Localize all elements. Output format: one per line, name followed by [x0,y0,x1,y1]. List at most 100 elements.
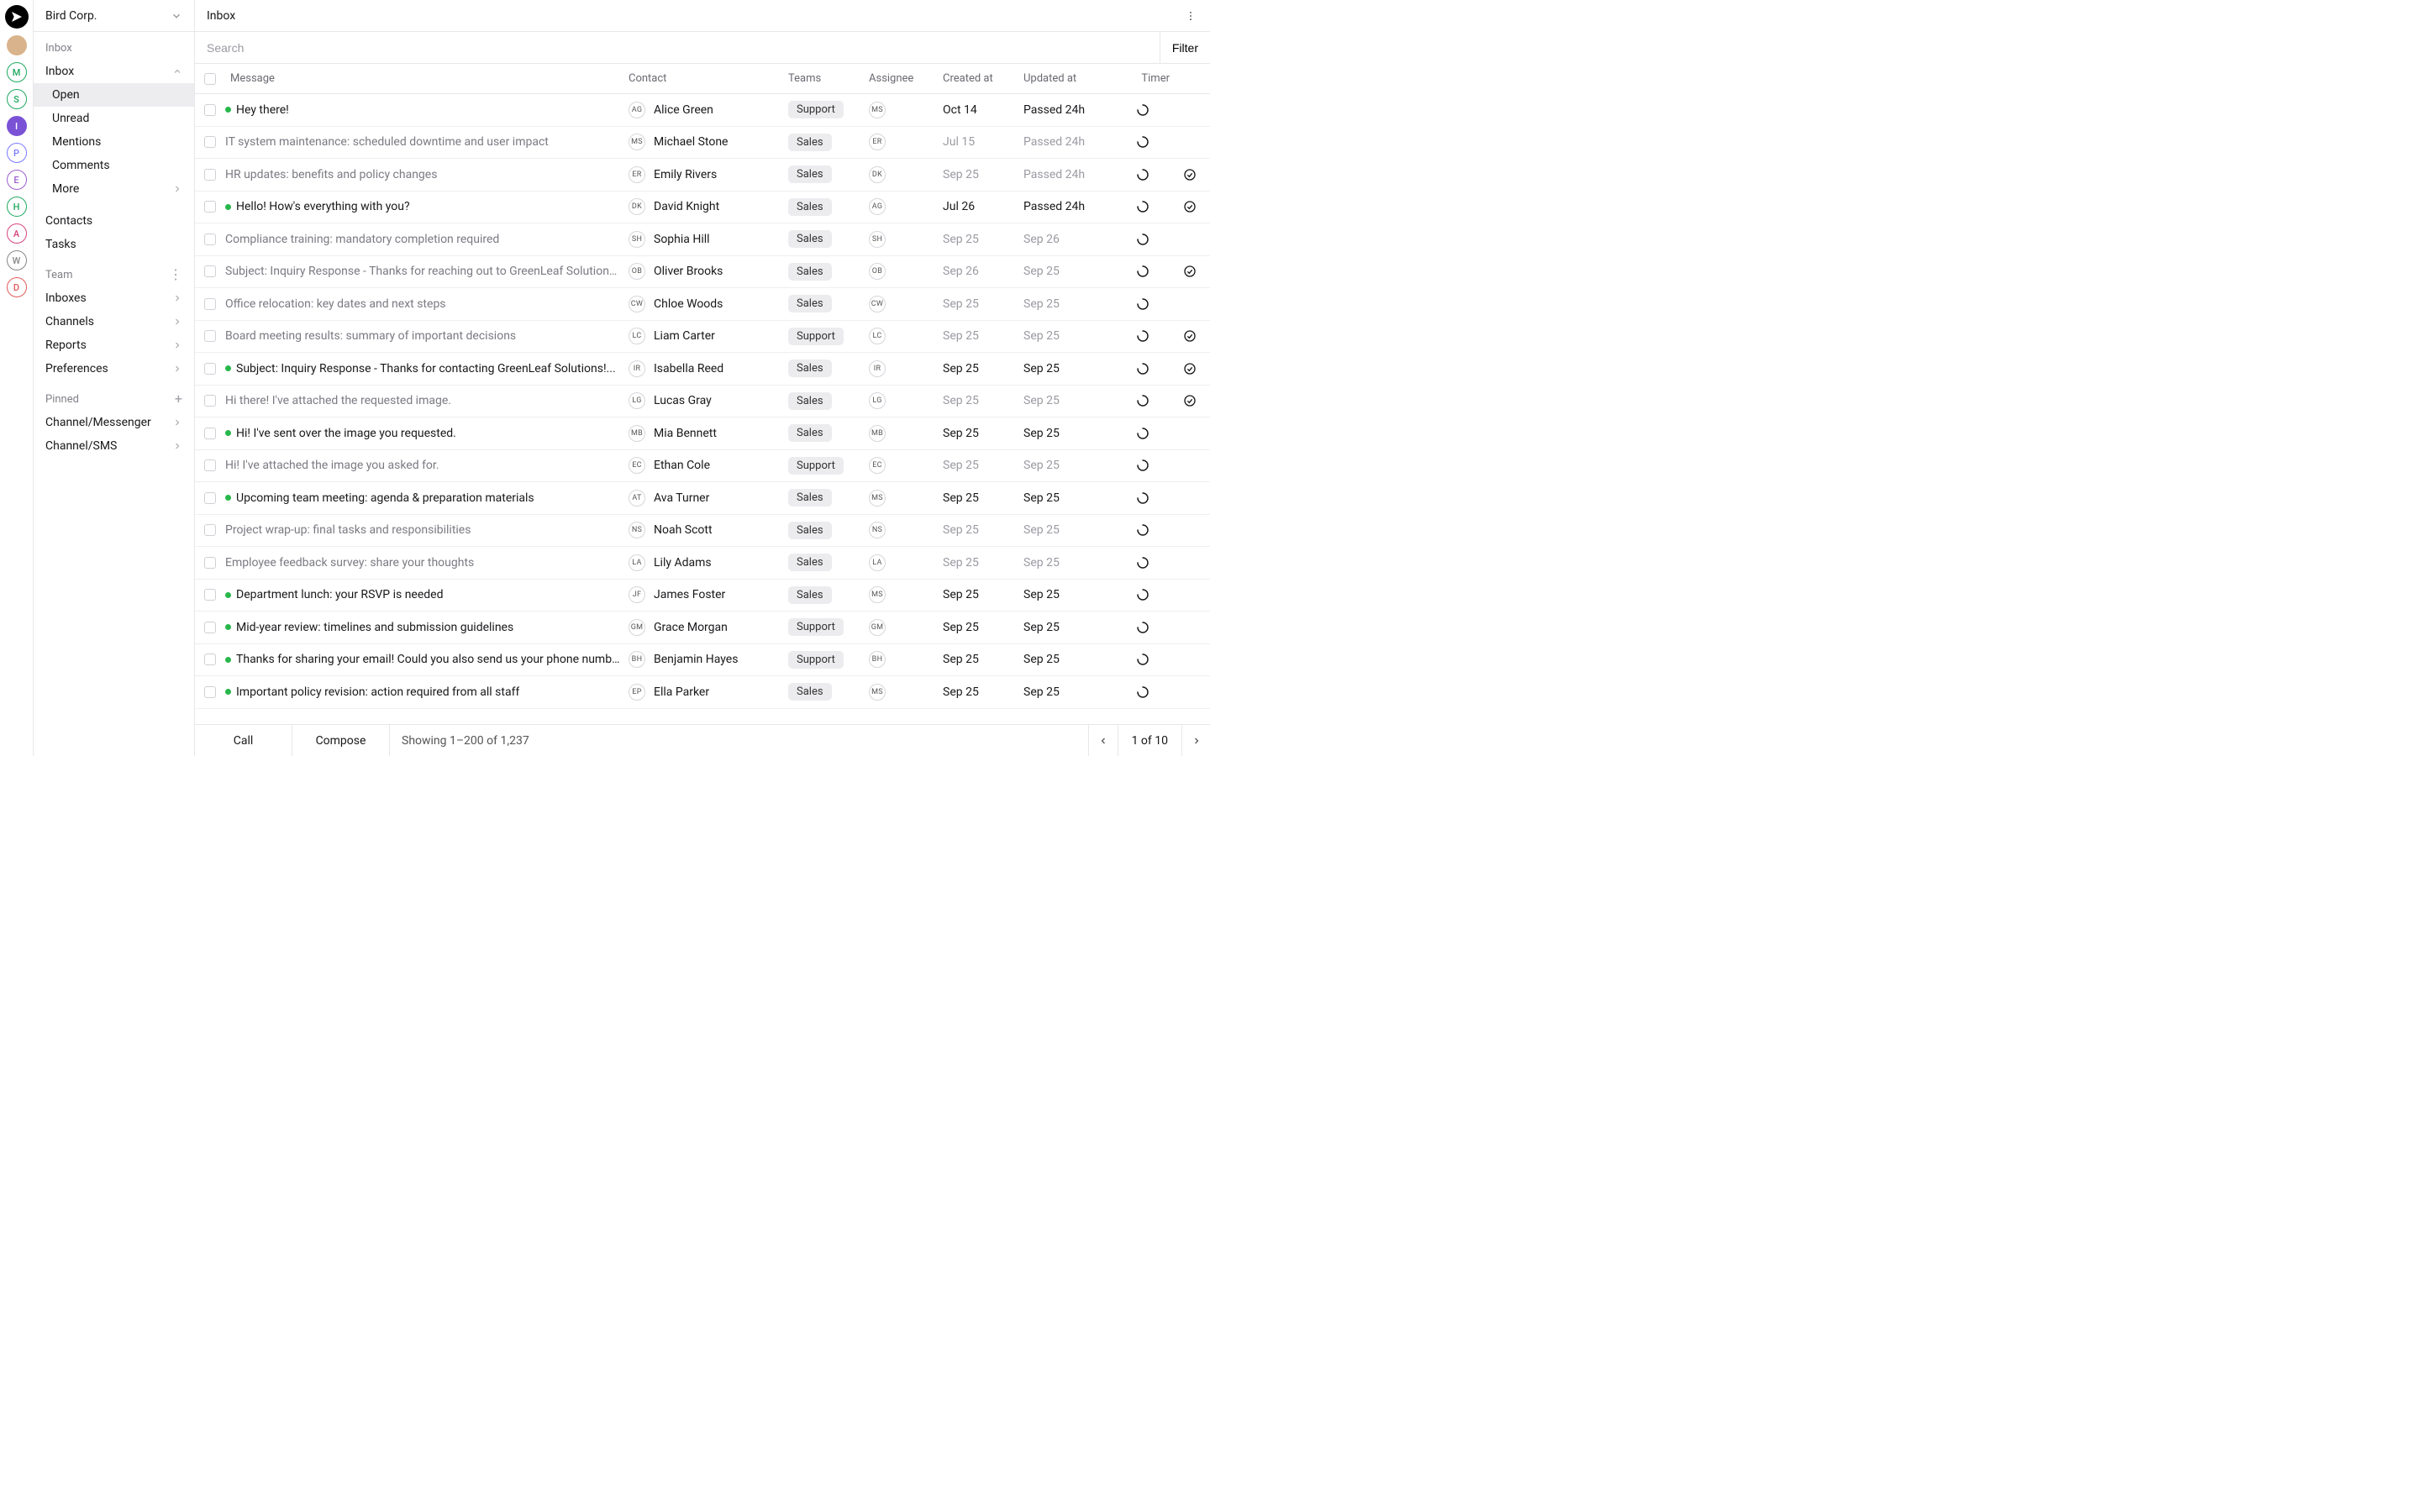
col-assignee[interactable]: Assignee [869,72,943,85]
table-row[interactable]: Employee feedback survey: share your tho… [195,547,1210,580]
updated-at: Sep 25 [1023,362,1116,375]
search-bar: Filter [195,32,1210,64]
select-all-checkbox[interactable] [204,73,216,85]
col-teams[interactable]: Teams [788,72,869,85]
workspace-badge[interactable]: A [7,223,27,244]
workspace-badge[interactable]: S [7,89,27,109]
col-updated[interactable]: Updated at [1023,72,1116,85]
table-row[interactable]: Hi! I've attached the image you asked fo… [195,450,1210,483]
table-row[interactable]: Hey there!AGAlice GreenSupportMSOct 14Pa… [195,94,1210,127]
row-checkbox[interactable] [204,201,216,213]
nav-inbox-unread[interactable]: Unread [34,107,194,130]
table-row[interactable]: Upcoming team meeting: agenda & preparat… [195,482,1210,515]
workspace-badge[interactable]: M [7,62,27,82]
plus-icon[interactable]: + [175,392,182,406]
table-row[interactable]: Hello! How's everything with you?DKDavid… [195,192,1210,224]
table-row[interactable]: Department lunch: your RSVP is neededJFJ… [195,580,1210,612]
nav-team-preferences[interactable]: Preferences [34,357,194,381]
contact-initials: BH [629,651,645,668]
nav-pinned-item[interactable]: Channel/SMS [34,434,194,458]
nav-team-inboxes[interactable]: Inboxes [34,286,194,310]
nav-inbox-more[interactable]: More [34,177,194,201]
col-timer[interactable]: Timer [1116,72,1176,85]
col-message[interactable]: Message [225,72,629,85]
nav-inbox-open[interactable]: Open [34,83,194,107]
call-button[interactable]: Call [195,725,292,756]
table-row[interactable]: Board meeting results: summary of import… [195,321,1210,354]
row-checkbox[interactable] [204,589,216,601]
workspace-badge[interactable]: W [7,250,27,270]
nav-contacts[interactable]: Contacts [34,209,194,233]
filter-button[interactable]: Filter [1160,32,1210,63]
nav-tasks[interactable]: Tasks [34,233,194,256]
row-checkbox[interactable] [204,557,216,569]
created-at: Jul 26 [943,200,1023,213]
message-subject: Subject: Inquiry Response - Thanks for c… [236,362,616,375]
row-checkbox[interactable] [204,104,216,116]
row-checkbox[interactable] [204,428,216,439]
table-row[interactable]: Office relocation: key dates and next st… [195,288,1210,321]
workspace-badge[interactable]: P [7,143,27,163]
contact-initials: AG [629,102,645,118]
search-input[interactable] [195,41,1160,55]
table-row[interactable]: Thanks for sharing your email! Could you… [195,644,1210,677]
nav-team-channels[interactable]: Channels [34,310,194,333]
row-checkbox[interactable] [204,395,216,407]
next-page-button[interactable] [1181,725,1210,756]
workspace-badge[interactable]: H [7,197,27,217]
col-contact[interactable]: Contact [629,72,788,85]
timer-icon [1116,265,1176,278]
row-checkbox[interactable] [204,654,216,665]
row-checkbox[interactable] [204,265,216,277]
row-checkbox[interactable] [204,330,216,342]
row-checkbox[interactable] [204,492,216,504]
assignee-initials: MS [869,684,886,701]
unread-dot-icon [225,689,231,695]
nav-inbox-comments[interactable]: Comments [34,154,194,177]
status-check-icon [1176,362,1210,375]
assignee-initials: LC [869,328,886,344]
nav-inbox-mentions[interactable]: Mentions [34,130,194,154]
table-row[interactable]: HR updates: benefits and policy changesE… [195,159,1210,192]
nav-team-reports[interactable]: Reports [34,333,194,357]
prev-page-button[interactable] [1089,725,1118,756]
updated-at: Sep 25 [1023,297,1116,311]
kebab-menu[interactable] [1183,8,1198,24]
row-checkbox[interactable] [204,234,216,245]
workspace-badge[interactable]: D [7,277,27,297]
workspace-badge[interactable]: I [7,116,27,136]
row-checkbox[interactable] [204,524,216,536]
row-checkbox[interactable] [204,136,216,148]
table-row[interactable]: Subject: Inquiry Response - Thanks for c… [195,353,1210,386]
user-avatar[interactable] [7,35,27,55]
table-row[interactable]: Hi! I've sent over the image you request… [195,417,1210,450]
app-logo[interactable] [5,5,29,29]
table-row[interactable]: Project wrap-up: final tasks and respons… [195,515,1210,548]
contact-name: Liam Carter [654,329,715,343]
row-checkbox[interactable] [204,363,216,375]
row-checkbox[interactable] [204,459,216,471]
table-row[interactable]: Hi there! I've attached the requested im… [195,386,1210,418]
row-checkbox[interactable] [204,298,216,310]
nav-pinned-item[interactable]: Channel/Messenger [34,411,194,434]
col-created[interactable]: Created at [943,72,1023,85]
workspace-badge[interactable]: E [7,170,27,190]
table-row[interactable]: Subject: Inquiry Response - Thanks for r… [195,256,1210,289]
row-checkbox[interactable] [204,622,216,633]
table-row[interactable]: Mid-year review: timelines and submissio… [195,612,1210,644]
table-row[interactable]: IT system maintenance: scheduled downtim… [195,127,1210,160]
row-checkbox[interactable] [204,169,216,181]
table-row[interactable]: Compliance training: mandatory completio… [195,223,1210,256]
row-checkbox[interactable] [204,686,216,698]
unread-dot-icon [225,430,231,436]
message-subject: Hello! How's everything with you? [236,200,410,213]
created-at: Sep 25 [943,653,1023,666]
contact-name: Emily Rivers [654,168,717,181]
org-switcher[interactable]: Bird Corp. [34,0,194,32]
contact-name: Alice Green [654,103,713,117]
nav-inbox[interactable]: Inbox [34,60,194,83]
compose-button[interactable]: Compose [292,725,389,756]
table-row[interactable]: Important policy revision: action requir… [195,676,1210,709]
more-dots-icon[interactable]: ⋮ [169,268,182,281]
contact-initials: GM [629,619,645,636]
